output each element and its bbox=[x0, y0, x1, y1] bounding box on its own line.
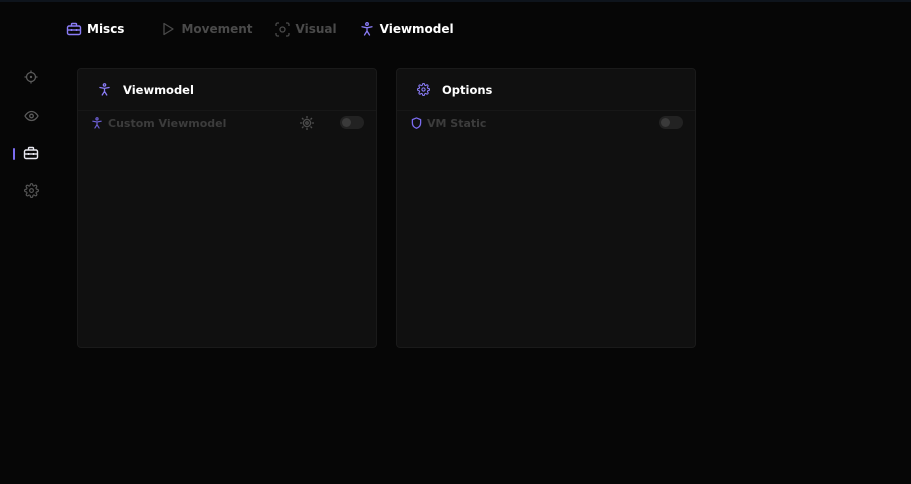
tab-miscs[interactable]: Miscs bbox=[66, 21, 124, 37]
crosshair-icon bbox=[24, 69, 38, 88]
person-icon bbox=[91, 117, 103, 129]
panel-title: Viewmodel bbox=[123, 82, 194, 97]
sidebar-item-settings[interactable] bbox=[22, 182, 40, 202]
panel-header: Options bbox=[397, 69, 695, 111]
setting-label: VM Static bbox=[427, 116, 487, 130]
active-indicator bbox=[13, 148, 15, 160]
scan-icon bbox=[275, 21, 291, 37]
setting-row-custom-viewmodel: Custom Viewmodel bbox=[78, 111, 376, 135]
viewmodel-panel: Viewmodel Custom Viewmodel bbox=[77, 68, 377, 348]
play-icon bbox=[160, 21, 176, 37]
settings-gear-icon[interactable] bbox=[299, 115, 315, 131]
tab-label: Viewmodel bbox=[379, 22, 454, 36]
tab-label: Miscs bbox=[87, 22, 125, 36]
gear-icon bbox=[416, 83, 430, 97]
options-panel: Options VM Static bbox=[396, 68, 696, 348]
sidebar-item-visuals[interactable] bbox=[22, 107, 40, 125]
shield-icon bbox=[410, 117, 422, 129]
top-tab-bar: Miscs Movement Visual Viewmodel bbox=[66, 19, 476, 39]
tab-viewmodel[interactable]: Viewmodel bbox=[359, 21, 454, 37]
toggle-knob bbox=[342, 118, 351, 127]
toggle-knob bbox=[661, 118, 670, 127]
eye-icon bbox=[23, 107, 39, 126]
panel-title: Options bbox=[442, 82, 493, 97]
vm-static-toggle[interactable] bbox=[659, 116, 683, 129]
gear-icon bbox=[23, 182, 39, 202]
tab-label: Visual bbox=[295, 22, 337, 36]
setting-label: Custom Viewmodel bbox=[108, 116, 227, 130]
sidebar-item-crosshair[interactable] bbox=[22, 69, 40, 87]
person-icon bbox=[359, 21, 375, 37]
toolbox-icon bbox=[23, 145, 39, 164]
panel-header: Viewmodel bbox=[78, 69, 376, 111]
toolbox-icon bbox=[66, 21, 82, 37]
person-icon bbox=[97, 83, 111, 97]
window-top-border bbox=[0, 0, 911, 2]
tab-label: Movement bbox=[181, 22, 253, 36]
tab-visual[interactable]: Visual bbox=[275, 21, 337, 37]
setting-row-vm-static: VM Static bbox=[397, 111, 695, 135]
tab-movement[interactable]: Movement bbox=[160, 21, 253, 37]
custom-viewmodel-toggle[interactable] bbox=[340, 116, 364, 129]
sidebar-item-miscs[interactable] bbox=[22, 145, 40, 163]
